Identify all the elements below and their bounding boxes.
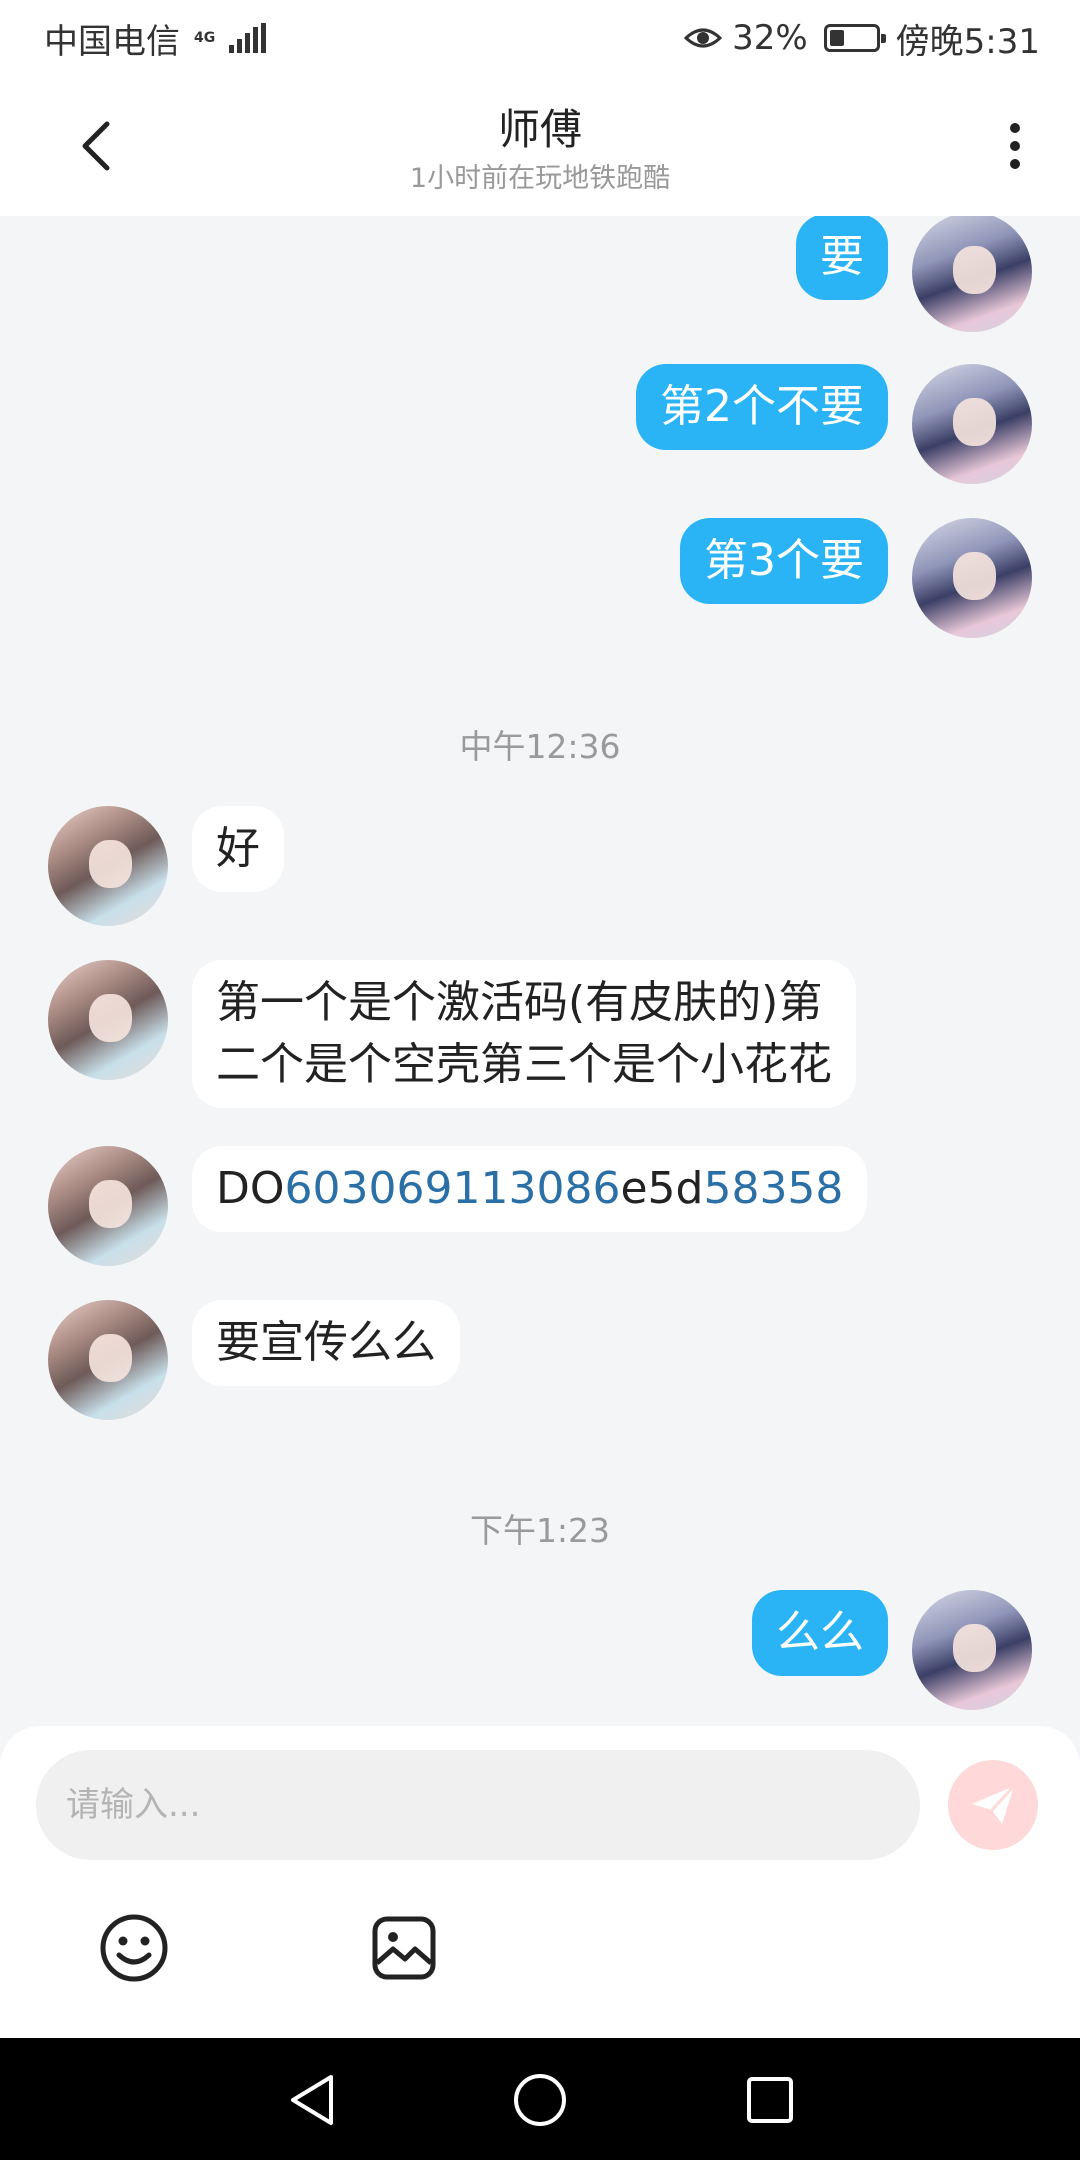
status-left: 中国电信 4G <box>44 14 267 63</box>
my-avatar[interactable] <box>912 518 1032 638</box>
number-link[interactable]: 58358 <box>703 1163 843 1214</box>
composer-panel <box>0 1726 1080 2038</box>
carrier-name: 中国电信 <box>44 21 180 62</box>
message-row: DO603069113086e5d58358 <box>0 1146 1080 1266</box>
image-button[interactable] <box>366 1910 442 1986</box>
battery-percent: 32% <box>732 18 808 58</box>
avatar-face <box>952 551 996 600</box>
avatar-face <box>88 993 132 1042</box>
system-nav-bar <box>0 2038 1080 2160</box>
more-options-button[interactable] <box>990 114 1040 178</box>
contact-name: 师傅 <box>497 105 582 154</box>
my-avatar[interactable] <box>912 1590 1032 1710</box>
message-bubble[interactable]: 好 <box>192 806 284 892</box>
nav-back-button[interactable] <box>280 2068 344 2132</box>
contact-status: 1小时前在玩地铁跑酷 <box>409 163 671 194</box>
message-list[interactable]: 要 第2个不要 第3个要 中午12:36 好 第一个是个激活码(有皮肤的)第 二… <box>0 216 1080 1726</box>
phone-number-link[interactable]: 603069113086 <box>285 1163 621 1214</box>
message-text: DO <box>216 1163 285 1214</box>
circle-home-icon <box>514 2074 566 2126</box>
triangle-back-icon <box>291 2075 333 2125</box>
signal-icon <box>229 23 267 53</box>
message-bubble[interactable]: 第3个要 <box>680 518 888 604</box>
more-dot <box>1010 159 1020 169</box>
avatar-face <box>88 1333 132 1382</box>
message-line: 第一个是个激活码(有皮肤的)第 <box>216 977 823 1028</box>
message-text: e5d <box>620 1163 704 1214</box>
avatar-face <box>952 397 996 446</box>
message-bubble[interactable]: 么么 <box>752 1590 888 1676</box>
square-recents-icon <box>747 2077 793 2123</box>
message-line: 二个是个空壳第三个是个小花花 <box>216 1039 832 1090</box>
status-right: 32% 傍晚5:31 <box>684 14 1040 63</box>
image-icon <box>372 1916 436 1980</box>
contact-avatar[interactable] <box>48 1300 168 1420</box>
contact-avatar[interactable] <box>48 960 168 1080</box>
send-button[interactable] <box>948 1760 1038 1850</box>
contact-avatar[interactable] <box>48 806 168 926</box>
message-row: 要宣传么么 <box>0 1300 1080 1420</box>
contact-avatar[interactable] <box>48 1146 168 1266</box>
chat-header: 师傅 1小时前在玩地铁跑酷 <box>0 76 1080 216</box>
avatar-face <box>88 1179 132 1228</box>
battery-icon <box>823 24 886 52</box>
message-row: 第3个要 <box>0 518 1080 638</box>
avatar-face <box>952 245 996 294</box>
paper-plane-icon <box>972 1784 1016 1824</box>
message-row: 第2个不要 <box>0 364 1080 484</box>
emoji-button[interactable] <box>96 1910 172 1986</box>
my-avatar[interactable] <box>912 216 1032 332</box>
nav-home-button[interactable] <box>508 2068 572 2132</box>
timestamp-divider: 下午1:23 <box>469 1511 611 1550</box>
smiley-icon <box>100 1914 168 1982</box>
clock: 傍晚5:31 <box>895 21 1040 62</box>
message-row: 要 <box>0 216 1080 334</box>
message-row: 么么 <box>0 1590 1080 1710</box>
eye-icon <box>684 28 723 48</box>
message-bubble[interactable]: 第一个是个激活码(有皮肤的)第 二个是个空壳第三个是个小花花 <box>192 960 856 1108</box>
avatar-face <box>952 1623 996 1672</box>
message-row: 好 <box>0 806 1080 926</box>
more-dot <box>1010 123 1020 133</box>
message-bubble[interactable]: 要宣传么么 <box>192 1300 460 1386</box>
message-bubble[interactable]: 要 <box>796 216 888 300</box>
message-bubble[interactable]: DO603069113086e5d58358 <box>192 1146 868 1232</box>
my-avatar[interactable] <box>912 364 1032 484</box>
status-bar: 中国电信 4G 32% 傍晚5:31 <box>0 0 1080 76</box>
battery-fill <box>829 30 844 46</box>
message-row: 第一个是个激活码(有皮肤的)第 二个是个空壳第三个是个小花花 <box>0 960 1080 1110</box>
more-dot <box>1010 141 1020 151</box>
message-bubble[interactable]: 第2个不要 <box>636 364 888 450</box>
network-type: 4G <box>194 30 216 46</box>
message-input[interactable] <box>36 1750 920 1860</box>
nav-recents-button[interactable] <box>738 2068 802 2132</box>
timestamp-divider: 中午12:36 <box>459 727 621 766</box>
avatar-face <box>88 839 132 888</box>
